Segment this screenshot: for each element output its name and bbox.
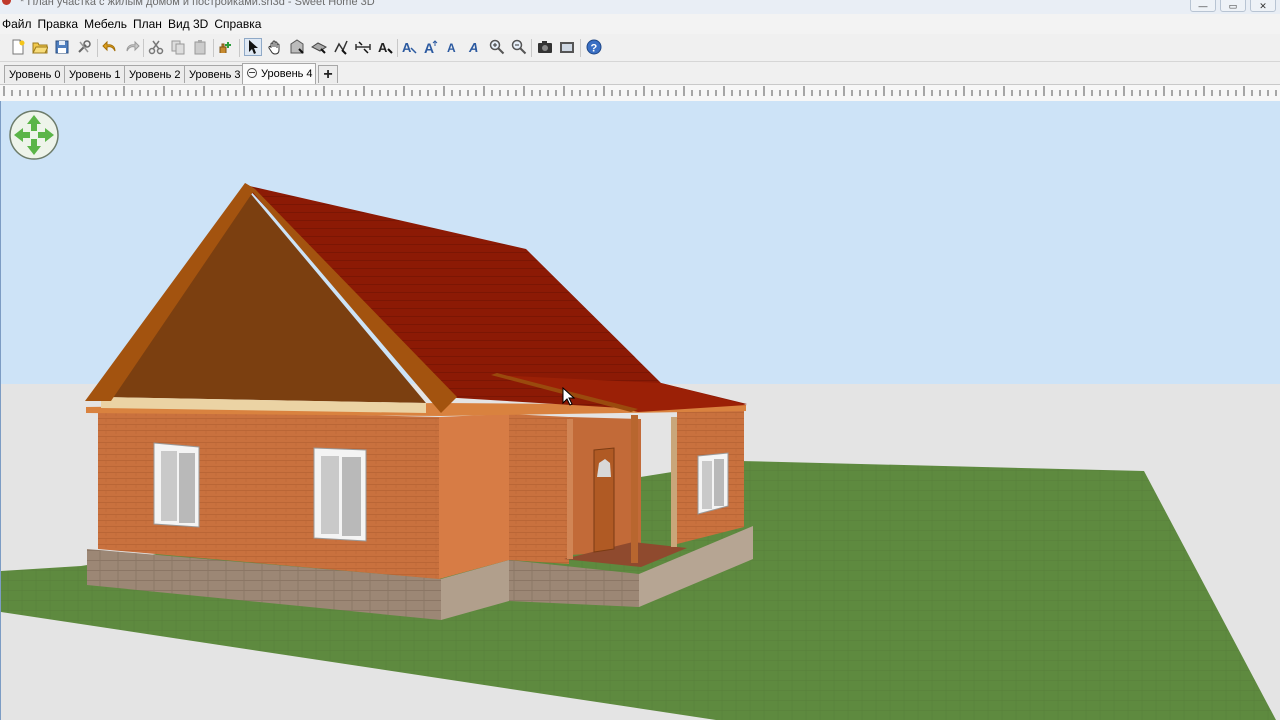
window-left [153, 442, 200, 528]
create-polylines-icon[interactable] [332, 38, 350, 56]
wall-corner [439, 414, 509, 579]
tab-level-0[interactable]: Уровень 0 [4, 65, 66, 83]
pan-icon[interactable] [266, 38, 284, 56]
maximize-button[interactable]: ▭ [1220, 0, 1246, 12]
mouse-cursor-icon [562, 387, 576, 406]
create-rooms-icon[interactable] [310, 38, 328, 56]
level-visibility-icon [247, 68, 257, 78]
add-furniture-icon[interactable] [217, 38, 235, 56]
tab-level-1[interactable]: Уровень 1 [64, 65, 126, 83]
window-title: * План участка с жилым домом и постройка… [20, 0, 375, 8]
cut-icon[interactable] [147, 38, 165, 56]
tab-level-2[interactable]: Уровень 2 [124, 65, 186, 83]
redo-icon[interactable] [123, 38, 141, 56]
create-walls-icon[interactable] [288, 38, 306, 56]
window-controls: — ▭ ✕ [1190, 0, 1276, 12]
navigation-arrows-icon[interactable] [8, 109, 60, 161]
svg-text:?: ? [591, 43, 598, 55]
close-button[interactable]: ✕ [1250, 0, 1276, 12]
paste-icon[interactable] [191, 38, 209, 56]
porch-post-left [567, 419, 573, 559]
menu-3d-view[interactable]: Вид 3D [166, 14, 212, 34]
increase-text-size-icon[interactable]: A [422, 38, 440, 56]
menu-file[interactable]: Файл [0, 14, 36, 34]
level-tabs: Уровень 0 Уровень 1 Уровень 2 Уровень 3 … [0, 62, 1280, 84]
3d-scene [1, 101, 1280, 720]
preferences-icon[interactable] [75, 38, 93, 56]
tab-level-4[interactable]: Уровень 4 [242, 63, 316, 84]
window-right [697, 452, 729, 515]
window-center [313, 447, 367, 542]
modify-text-style-icon[interactable]: A [400, 38, 418, 56]
svg-text:A: A [424, 40, 434, 55]
create-dimensions-icon[interactable] [354, 38, 372, 56]
zoom-out-icon[interactable] [510, 38, 528, 56]
add-level-button[interactable]: + [318, 65, 338, 83]
minimize-button[interactable]: — [1190, 0, 1216, 12]
italic-text-icon[interactable]: A [466, 38, 484, 56]
toolbar: A A A A A ? [0, 35, 1280, 62]
tab-level-4-label: Уровень 4 [261, 68, 313, 80]
copy-icon[interactable] [169, 38, 187, 56]
select-mode-icon[interactable] [244, 38, 262, 56]
create-video-icon[interactable] [558, 38, 576, 56]
menu-bar: Файл Правка Мебель План Вид 3D Справка [0, 14, 1280, 34]
svg-text:A: A [447, 41, 456, 55]
add-text-icon[interactable]: A [376, 38, 394, 56]
wall-porch-side [509, 414, 569, 564]
3d-view[interactable] [0, 101, 1280, 720]
decrease-text-size-icon[interactable]: A [444, 38, 462, 56]
menu-edit[interactable]: Правка [36, 14, 83, 34]
zoom-in-icon[interactable] [488, 38, 506, 56]
menu-furniture[interactable]: Мебель [82, 14, 131, 34]
new-home-icon[interactable] [9, 38, 27, 56]
porch-post-front [631, 415, 638, 563]
title-bar: * План участка с жилым домом и постройка… [0, 0, 1280, 14]
menu-plan[interactable]: План [131, 14, 166, 34]
svg-text:A: A [402, 40, 412, 55]
porch-post-right [671, 417, 677, 547]
wall-front [98, 409, 439, 579]
undo-icon[interactable] [101, 38, 119, 56]
app-icon [2, 0, 11, 5]
open-icon[interactable] [31, 38, 49, 56]
save-icon[interactable] [53, 38, 71, 56]
svg-text:A: A [378, 40, 388, 55]
menu-help[interactable]: Справка [212, 14, 265, 34]
svg-text:A: A [468, 40, 478, 55]
create-photo-icon[interactable] [536, 38, 554, 56]
tab-level-3[interactable]: Уровень 3 [184, 65, 246, 83]
help-icon[interactable]: ? [585, 38, 603, 56]
